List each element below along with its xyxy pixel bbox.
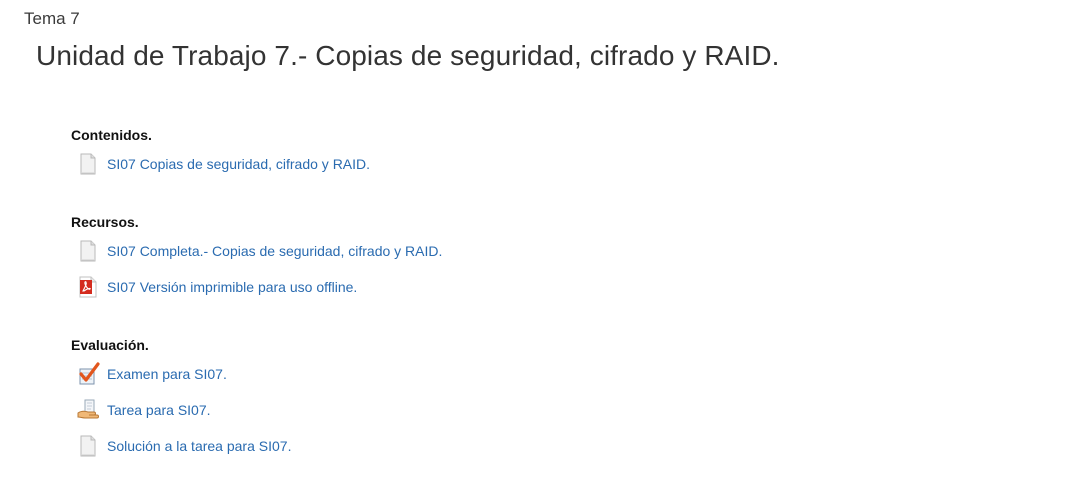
section-label: Tema 7 bbox=[24, 9, 80, 28]
unit-title: Unidad de Trabajo 7.- Copias de segurida… bbox=[36, 40, 780, 71]
group-heading: Contenidos. bbox=[71, 127, 152, 143]
activity-link[interactable]: Tarea para SI07. bbox=[107, 402, 211, 418]
page-icon bbox=[77, 434, 99, 458]
group-heading: Recursos. bbox=[71, 214, 139, 230]
activity-item[interactable]: Solución a la tarea para SI07. bbox=[71, 434, 291, 470]
quiz-checkmark-icon bbox=[77, 362, 100, 386]
group-recursos: Recursos. SI07 Completa.- Copias de segu… bbox=[71, 214, 442, 311]
page-icon bbox=[77, 152, 99, 176]
activity-link[interactable]: SI07 Completa.- Copias de seguridad, cif… bbox=[107, 243, 442, 259]
activity-item[interactable]: Examen para SI07. bbox=[71, 362, 227, 398]
activity-item[interactable]: SI07 Versión imprimible para uso offline… bbox=[71, 275, 357, 311]
activity-link[interactable]: SI07 Versión imprimible para uso offline… bbox=[107, 279, 357, 295]
activity-link[interactable]: Solución a la tarea para SI07. bbox=[107, 438, 291, 454]
activity-item[interactable]: Tarea para SI07. bbox=[71, 398, 211, 434]
group-evaluacion: Evaluación. Examen para SI07. Tarea para… bbox=[71, 337, 291, 470]
assignment-hand-icon bbox=[77, 398, 99, 422]
group-contenidos: Contenidos. SI07 Copias de seguridad, ci… bbox=[71, 127, 370, 188]
activity-item[interactable]: SI07 Copias de seguridad, cifrado y RAID… bbox=[71, 152, 370, 188]
pdf-icon bbox=[77, 275, 99, 299]
activity-link[interactable]: SI07 Copias de seguridad, cifrado y RAID… bbox=[107, 156, 370, 172]
activity-item[interactable]: SI07 Completa.- Copias de seguridad, cif… bbox=[71, 239, 442, 275]
activity-link[interactable]: Examen para SI07. bbox=[107, 366, 227, 382]
group-heading: Evaluación. bbox=[71, 337, 149, 353]
page-icon bbox=[77, 239, 99, 263]
